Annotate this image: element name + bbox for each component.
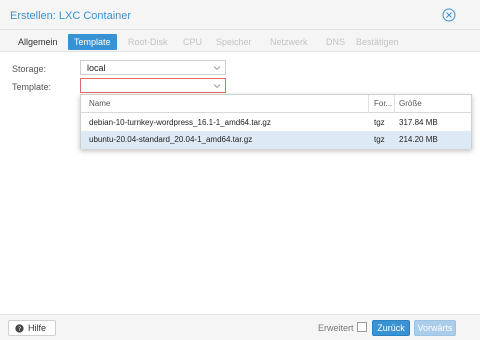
storage-select[interactable]: local bbox=[80, 60, 226, 75]
chevron-down-icon[interactable] bbox=[213, 64, 221, 72]
template-picker-grid: Name For... Größe debian-10-turnkey-word… bbox=[80, 94, 472, 149]
grid-header: Name For... Größe bbox=[81, 95, 471, 113]
dialog-footer: ? Hilfe Erweitert Zurück Vorwärts bbox=[0, 314, 480, 340]
table-row[interactable]: debian-10-turnkey-wordpress_16.1-1_amd64… bbox=[81, 114, 471, 132]
back-button[interactable]: Zurück bbox=[372, 320, 410, 336]
svg-text:?: ? bbox=[18, 326, 21, 333]
table-row[interactable]: ubuntu-20.04-standard_20.04-1_amd64.tar.… bbox=[81, 131, 471, 149]
close-icon[interactable] bbox=[442, 8, 456, 22]
tab-root-disk: Root-Disk bbox=[128, 37, 168, 47]
tab-bestaetigen: Bestätigen bbox=[356, 37, 399, 47]
dialog-title: Erstellen: LXC Container bbox=[10, 10, 132, 22]
template-label: Template: bbox=[12, 82, 52, 92]
row-size: 317.84 MB bbox=[399, 118, 438, 127]
tab-speicher: Speicher bbox=[216, 37, 252, 47]
row-format: tgz bbox=[374, 135, 385, 144]
row-format: tgz bbox=[374, 118, 385, 127]
row-name: ubuntu-20.04-standard_20.04-1_amd64.tar.… bbox=[89, 135, 253, 144]
advanced-checkbox[interactable] bbox=[357, 322, 367, 332]
column-separator bbox=[368, 95, 369, 113]
help-button[interactable]: ? Hilfe bbox=[8, 320, 56, 336]
tab-template[interactable]: Template bbox=[68, 34, 117, 50]
help-label: Hilfe bbox=[28, 323, 47, 333]
row-size: 214.20 MB bbox=[399, 135, 438, 144]
tab-cpu: CPU bbox=[183, 37, 203, 47]
column-header-name[interactable]: Name bbox=[89, 99, 110, 108]
storage-value: local bbox=[87, 63, 106, 73]
tab-netzwerk: Netzwerk bbox=[270, 37, 308, 47]
advanced-label: Erweitert bbox=[318, 323, 354, 333]
template-select[interactable] bbox=[80, 78, 226, 93]
tab-dns: DNS bbox=[326, 37, 346, 47]
column-header-format[interactable]: For... bbox=[374, 99, 392, 108]
question-circle-icon: ? bbox=[15, 324, 24, 333]
wizard-tab-bar: Allgemein Template Root-Disk CPU Speiche… bbox=[0, 30, 480, 52]
create-lxc-dialog: Erstellen: LXC Container Allgemein Templ… bbox=[0, 0, 480, 340]
row-name: debian-10-turnkey-wordpress_16.1-1_amd64… bbox=[89, 118, 271, 127]
column-header-size[interactable]: Größe bbox=[399, 99, 422, 108]
tab-allgemein[interactable]: Allgemein bbox=[12, 34, 64, 50]
next-button: Vorwärts bbox=[414, 320, 456, 336]
column-separator bbox=[394, 95, 395, 113]
dialog-header: Erstellen: LXC Container bbox=[0, 0, 480, 30]
chevron-down-icon[interactable] bbox=[213, 82, 221, 90]
storage-label: Storage: bbox=[12, 64, 47, 74]
